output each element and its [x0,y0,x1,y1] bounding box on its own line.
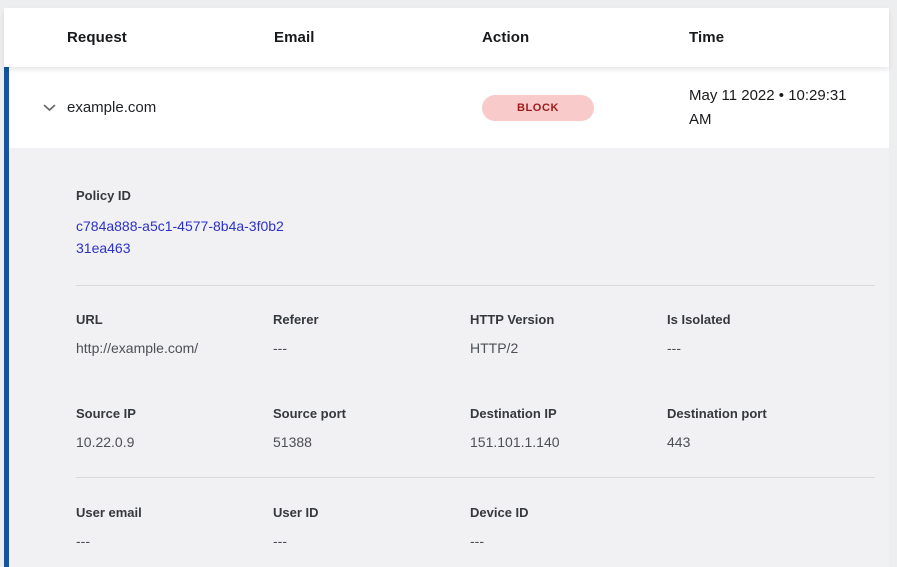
detail-fields-row-3: User email --- User ID --- Device ID --- [76,505,875,549]
field-user-email: User email --- [76,505,273,549]
block-status-badge: BLOCK [482,95,594,121]
field-label: Source IP [76,406,273,421]
field-value: --- [76,533,273,549]
field-value: --- [273,533,470,549]
field-source-ip: Source IP 10.22.0.9 [76,406,273,450]
field-label: HTTP Version [470,312,667,327]
field-value: 443 [667,434,864,450]
column-header-time: Time [689,29,889,46]
expand-row-toggle[interactable] [9,99,67,116]
field-value: --- [273,340,470,356]
row-time-value: May 11 2022 • 10:29:31 AM [689,84,889,132]
field-label: Destination IP [470,406,667,421]
log-table-row[interactable]: example.com BLOCK May 11 2022 • 10:29:31… [4,67,889,148]
table-header-row: Request Email Action Time [4,8,889,67]
field-http-version: HTTP Version HTTP/2 [470,312,667,356]
row-action-cell: BLOCK [482,95,689,121]
field-label: Referer [273,312,470,327]
column-header-email: Email [274,29,482,46]
policy-id-label: Policy ID [76,188,875,203]
field-destination-ip: Destination IP 151.101.1.140 [470,406,667,450]
field-source-port: Source port 51388 [273,406,470,450]
field-value: --- [470,533,667,549]
field-value: 10.22.0.9 [76,434,273,450]
detail-fields-row-2: Source IP 10.22.0.9 Source port 51388 De… [76,406,875,450]
field-referer: Referer --- [273,312,470,356]
field-label: Source port [273,406,470,421]
log-table-card: Request Email Action Time example.com BL… [4,8,889,567]
column-header-action: Action [482,29,689,46]
column-header-request: Request [67,29,274,46]
field-value: 151.101.1.140 [470,434,667,450]
detail-divider [76,285,875,286]
policy-id-link[interactable]: c784a888-a5c1-4577-8b4a-3f0b231ea463 [76,216,291,259]
field-url: URL http://example.com/ [76,312,273,356]
row-request-value: example.com [67,99,274,116]
field-value: HTTP/2 [470,340,667,356]
field-label: User email [76,505,273,520]
field-value: 51388 [273,434,470,450]
field-device-id: Device ID --- [470,505,667,549]
field-label: URL [76,312,273,327]
field-is-isolated: Is Isolated --- [667,312,864,356]
row-detail-panel: Policy ID c784a888-a5c1-4577-8b4a-3f0b23… [4,148,889,567]
detail-fields-row-1: URL http://example.com/ Referer --- HTTP… [76,312,875,356]
field-label: User ID [273,505,470,520]
field-label: Destination port [667,406,864,421]
field-user-id: User ID --- [273,505,470,549]
detail-divider [76,477,875,478]
chevron-down-icon [41,99,58,116]
field-value: http://example.com/ [76,340,273,356]
field-label: Is Isolated [667,312,864,327]
field-label: Device ID [470,505,667,520]
field-value: --- [667,340,864,356]
field-destination-port: Destination port 443 [667,406,864,450]
